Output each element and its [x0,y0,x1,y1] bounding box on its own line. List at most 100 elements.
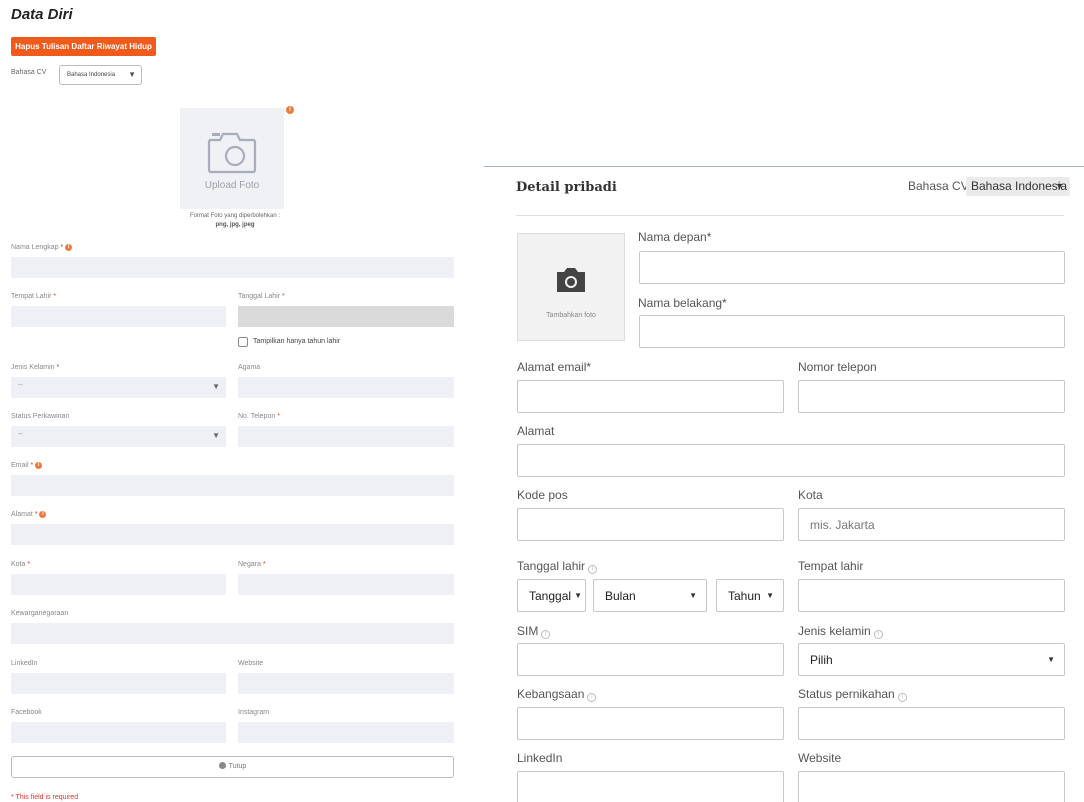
citizenship-input[interactable] [11,623,454,644]
phone-label: Nomor telepon [798,360,877,374]
nationality-label: Kebangsaan i [517,687,597,702]
help-icon[interactable]: i [541,630,551,639]
info-icon[interactable]: i [286,106,294,114]
cv-language-select[interactable]: Bahasa Indonesia ▼ [59,65,142,85]
linkedin-label: LinkedIn [517,751,563,765]
city-label: Kota * [11,561,31,568]
birth-day-select[interactable]: Tanggal ▼ [517,579,586,612]
chevron-down-icon: ▼ [1055,181,1064,191]
page-title: Data Diri [11,6,73,23]
religion-input[interactable] [238,377,454,398]
email-input[interactable] [11,475,454,496]
chevron-down-icon: ▼ [212,382,220,391]
birthdate-input[interactable] [238,306,454,327]
phone-label: No. Telepon * [238,413,280,420]
linkedin-input[interactable] [11,673,226,694]
cv-language-select[interactable]: Bahasa Indonesia ▼ [966,177,1070,196]
linkedin-input[interactable] [517,771,784,802]
chevron-down-icon: ▼ [212,431,220,440]
section-title: Detail pribadi [516,180,617,195]
birthplace-label: Tempat lahir [798,559,864,573]
full-name-label: Nama Lengkap * i [11,244,73,251]
marital-status-label: Status pernikahan i [798,687,907,702]
gender-value: Pilih [810,653,833,667]
birthplace-input[interactable] [798,579,1065,612]
birth-year-select[interactable]: Tahun ▼ [716,579,784,612]
birthdate-label: Tanggal lahir i [517,559,598,574]
help-icon[interactable]: i [897,693,907,702]
city-label: Kota [798,488,823,502]
cv-language-value: Bahasa Indonesia [67,72,116,78]
license-input[interactable] [517,643,784,676]
upload-photo-button[interactable]: Upload Foto [180,108,284,209]
first-name-input[interactable] [639,251,1065,284]
last-name-input[interactable] [639,315,1065,348]
facebook-label: Facebook [11,709,42,716]
divider [516,215,1064,216]
help-icon[interactable]: i [873,630,883,639]
birth-month-select[interactable]: Bulan ▼ [593,579,707,612]
chevron-down-icon: ▼ [689,591,697,600]
marital-status-input[interactable] [798,707,1065,740]
help-icon[interactable]: i [588,565,598,574]
help-icon[interactable]: i [587,693,597,702]
gender-select[interactable]: Pilih ▼ [798,643,1065,676]
info-icon[interactable]: i [65,244,73,251]
religion-label: Agama [238,364,261,371]
photo-format-types: png, jpg, jpeg [215,222,255,228]
linkedin-label: LinkedIn [11,660,38,667]
add-photo-label: Tambahkan foto [546,312,596,319]
only-year-label: Tampilkan hanya tahun lahir [253,338,341,345]
city-input[interactable]: mis. Jakarta [798,508,1065,541]
address-label: Alamat * i [11,511,47,518]
upload-photo-label: Upload Foto [204,180,260,191]
website-label: Website [798,751,842,765]
email-input[interactable] [517,380,784,413]
photo-format-hint: Format Foto yang diperbolehkan : png, jp… [150,212,320,230]
country-input[interactable] [238,574,454,595]
chevron-down-icon: ▼ [1047,655,1055,664]
birthplace-label: Tempat Lahir * [11,293,57,300]
only-year-checkbox[interactable] [238,337,248,347]
instagram-input[interactable] [238,722,454,743]
full-name-input[interactable] [11,257,454,278]
gender-value: -- [18,382,23,389]
add-photo-button[interactable]: Tambahkan foto [517,233,625,341]
birthplace-input[interactable] [11,306,226,327]
address-label: Alamat [517,424,555,438]
citizenship-label: Kewarganegaraan [11,610,69,617]
info-icon[interactable]: i [39,511,47,518]
info-icon[interactable]: i [35,462,43,469]
birth-year-value: Tahun [728,589,761,603]
camera-icon [557,268,585,292]
city-placeholder: mis. Jakarta [810,518,875,532]
last-name-label: Nama belakang* [638,296,727,310]
birth-day-value: Tanggal [529,589,572,603]
clear-cv-button[interactable]: Hapus Tulisan Daftar Riwayat Hidup [11,37,156,56]
marital-status-value: -- [18,431,23,438]
postal-code-input[interactable] [517,508,784,541]
gender-label: Jenis kelamin i [798,624,883,639]
website-input[interactable] [798,771,1065,802]
minus-circle-icon [218,762,226,769]
address-input[interactable] [517,444,1065,477]
gender-select[interactable]: -- ▼ [11,377,226,398]
facebook-input[interactable] [11,722,226,743]
phone-input[interactable] [798,380,1065,413]
cv-language-value: Bahasa Indonesia [971,179,1068,193]
left-form-panel: Data Diri Hapus Tulisan Daftar Riwayat H… [0,0,470,802]
website-input[interactable] [238,673,454,694]
phone-input[interactable] [238,426,454,447]
country-label: Negara * [238,561,266,568]
address-input[interactable] [11,524,454,545]
gender-label: Jenis Kelamin * [11,364,60,371]
nationality-input[interactable] [517,707,784,740]
instagram-label: Instagram [238,709,270,716]
marital-status-select[interactable]: -- ▼ [11,426,226,447]
website-label: Website [238,660,264,667]
close-button[interactable]: Tutup [11,756,454,778]
email-label: Email * i [11,462,43,469]
city-input[interactable] [11,574,226,595]
marital-status-label: Status Perkawinan [11,413,70,420]
right-form-panel: Detail pribadi Bahasa CV Bahasa Indonesi… [484,166,1084,802]
